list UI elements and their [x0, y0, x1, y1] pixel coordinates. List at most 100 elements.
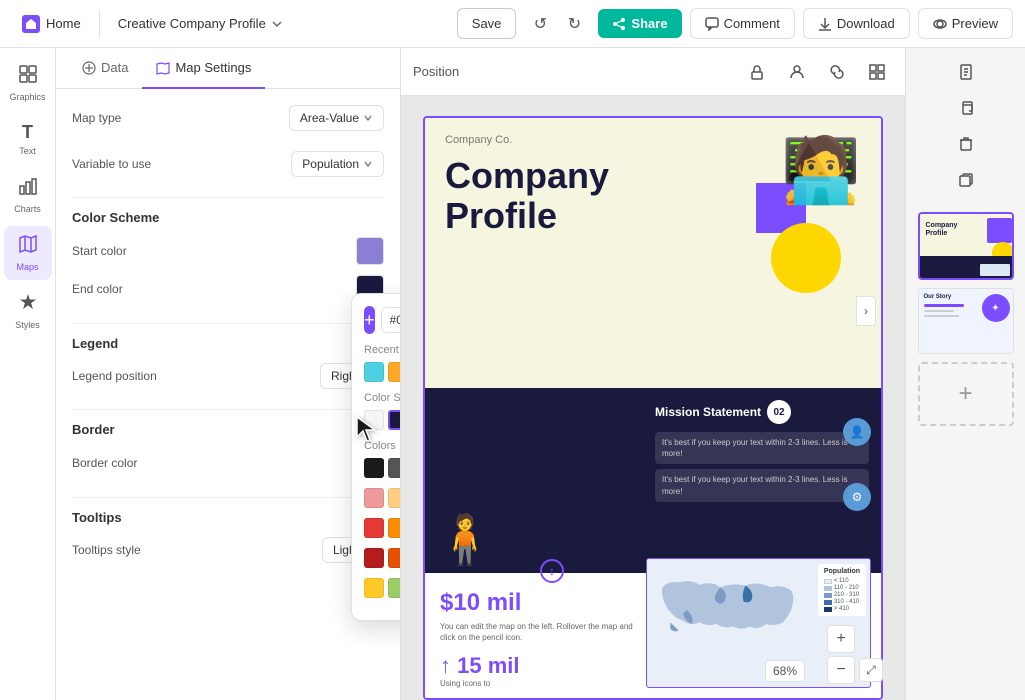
variable-dropdown[interactable]: Population — [291, 151, 384, 177]
scheme-color-1[interactable] — [364, 410, 384, 430]
chevron-down-icon — [270, 17, 284, 31]
color-picker-add-button[interactable]: + — [364, 306, 375, 334]
sidebar-item-text[interactable]: T Text — [4, 114, 52, 164]
color-scheme-title: Color Scheme — [72, 210, 384, 225]
duplicate-icon-button[interactable] — [950, 164, 982, 196]
redo-button[interactable]: ↻ — [558, 8, 590, 40]
preview-button[interactable]: Preview — [918, 8, 1013, 39]
side-action-icons — [950, 56, 982, 196]
stat1-desc: You can edit the map on the left. Rollov… — [440, 621, 640, 643]
start-color-label: Start color — [72, 244, 127, 258]
color-black[interactable] — [364, 458, 384, 478]
home-icon — [22, 15, 40, 33]
slide-decorations: 🧑‍💻 — [681, 133, 861, 373]
company-name: Company Co. — [445, 134, 512, 146]
text-icon: T — [22, 122, 33, 143]
zoom-out-button[interactable]: − — [827, 656, 855, 684]
map-type-chevron-icon — [363, 113, 373, 123]
align-icon-button[interactable] — [781, 56, 813, 88]
legend-position-row: Legend position Right — [72, 363, 384, 389]
share-button[interactable]: Share — [598, 9, 681, 38]
link-icon-button[interactable] — [821, 56, 853, 88]
panel-divider-3 — [72, 409, 384, 410]
add-page-icon-button[interactable] — [950, 56, 982, 88]
thumb-1-title: CompanyProfile — [926, 222, 958, 237]
slide-thumb-2-inner: Our Story ✦ — [919, 289, 1014, 353]
sidebar-item-styles[interactable]: Styles — [4, 284, 52, 338]
home-label: Home — [46, 16, 81, 31]
color-red-dark[interactable] — [364, 548, 384, 568]
sidebar-item-maps[interactable]: Maps — [4, 226, 52, 280]
styles-icon — [18, 292, 38, 317]
recent-color-2[interactable] — [388, 362, 401, 382]
end-color-label: End color — [72, 282, 123, 296]
stat2-amount: ↑ 15 mil — [440, 653, 640, 679]
slide-title: Company Profile — [445, 156, 609, 235]
color-lime-sat[interactable] — [388, 578, 401, 598]
zoom-in-button[interactable]: + — [827, 625, 855, 653]
color-picker-header: + — [364, 306, 401, 334]
color-row-3 — [364, 518, 401, 538]
legend-item-4: 310 - 410 — [824, 599, 860, 605]
mission-content: Mission Statement 02 It's best if you ke… — [655, 400, 869, 502]
color-red-mid[interactable] — [364, 518, 384, 538]
color-orange-mid[interactable] — [388, 518, 401, 538]
scheme-colors-title: Color Scheme - Original — [364, 392, 401, 404]
home-button[interactable]: Home — [12, 9, 91, 39]
mission-title-text: Mission Statement — [655, 405, 761, 419]
slide-thumb-1-inner: CompanyProfile — [920, 214, 1014, 278]
slide-thumb-1[interactable]: CompanyProfile — [918, 212, 1014, 280]
sidebar-item-graphics[interactable]: Graphics — [4, 56, 52, 110]
copy-icon-button[interactable] — [950, 92, 982, 124]
start-color-swatch[interactable] — [356, 237, 384, 265]
tab-map-settings[interactable]: Map Settings — [142, 48, 265, 89]
tab-data[interactable]: Data — [68, 48, 142, 89]
slide-thumb-2[interactable]: Our Story ✦ — [918, 288, 1014, 354]
download-icon — [818, 17, 832, 31]
start-color-row: Start color — [72, 237, 384, 265]
thumb-1-bg: CompanyProfile — [920, 214, 1014, 278]
color-orange-light[interactable] — [388, 488, 401, 508]
color-orange-dark[interactable] — [388, 548, 401, 568]
share-icon — [612, 17, 626, 31]
thumb-1-purple-rect — [987, 218, 1012, 243]
person-icon — [789, 64, 805, 80]
map-type-dropdown[interactable]: Area-Value — [289, 105, 384, 131]
variable-chevron-icon — [363, 159, 373, 169]
canvas-area: Position — [401, 48, 905, 700]
delete-icon-button[interactable] — [950, 128, 982, 160]
canvas-scroll[interactable]: › Company Co. Company Profile — [401, 96, 905, 700]
color-hex-input[interactable] — [381, 307, 401, 333]
download-button[interactable]: Download — [803, 8, 910, 39]
undo-redo-group: ↺ ↻ — [524, 8, 590, 40]
recent-color-1[interactable] — [364, 362, 384, 382]
charts-label: Charts — [14, 204, 41, 214]
map-legend-box: Population < 110 110 - 210 — [818, 564, 866, 616]
scroll-circle: ↕ — [540, 559, 564, 583]
expand-button[interactable]: ⤢ — [859, 658, 883, 682]
color-yellow-sat[interactable] — [364, 578, 384, 598]
comment-button[interactable]: Comment — [690, 8, 795, 39]
slide-1[interactable]: Company Co. Company Profile — [423, 116, 883, 700]
slide-number-2: 2 — [905, 315, 906, 327]
undo-button[interactable]: ↺ — [524, 8, 556, 40]
doc-title[interactable]: Creative Company Profile — [108, 10, 294, 37]
thumb-2-circle: ✦ — [982, 294, 1010, 322]
save-button[interactable]: Save — [457, 8, 517, 39]
yellow-circle-deco — [771, 223, 841, 293]
grid-icon-button[interactable] — [861, 56, 893, 88]
variable-section: Variable to use Population — [72, 151, 384, 177]
sidebar-item-charts[interactable]: Charts — [4, 168, 52, 222]
icon-sidebar: Graphics T Text Charts Maps — [0, 48, 56, 700]
slide-canvas: Company Co. Company Profile — [423, 116, 883, 700]
zoom-level-display: 68% — [765, 660, 805, 682]
border-color-row: Border color — [72, 449, 384, 477]
add-slide-button[interactable]: + — [918, 362, 1014, 426]
color-darkgray[interactable] — [388, 458, 401, 478]
collapse-panel-button[interactable]: › — [856, 296, 876, 326]
color-red-light[interactable] — [364, 488, 384, 508]
scheme-color-2[interactable] — [388, 410, 401, 430]
lock-icon-button[interactable] — [741, 56, 773, 88]
right-thumbnails-panel: 1 CompanyProfile 2 Ou — [905, 48, 1025, 700]
grid-icon — [869, 64, 885, 80]
